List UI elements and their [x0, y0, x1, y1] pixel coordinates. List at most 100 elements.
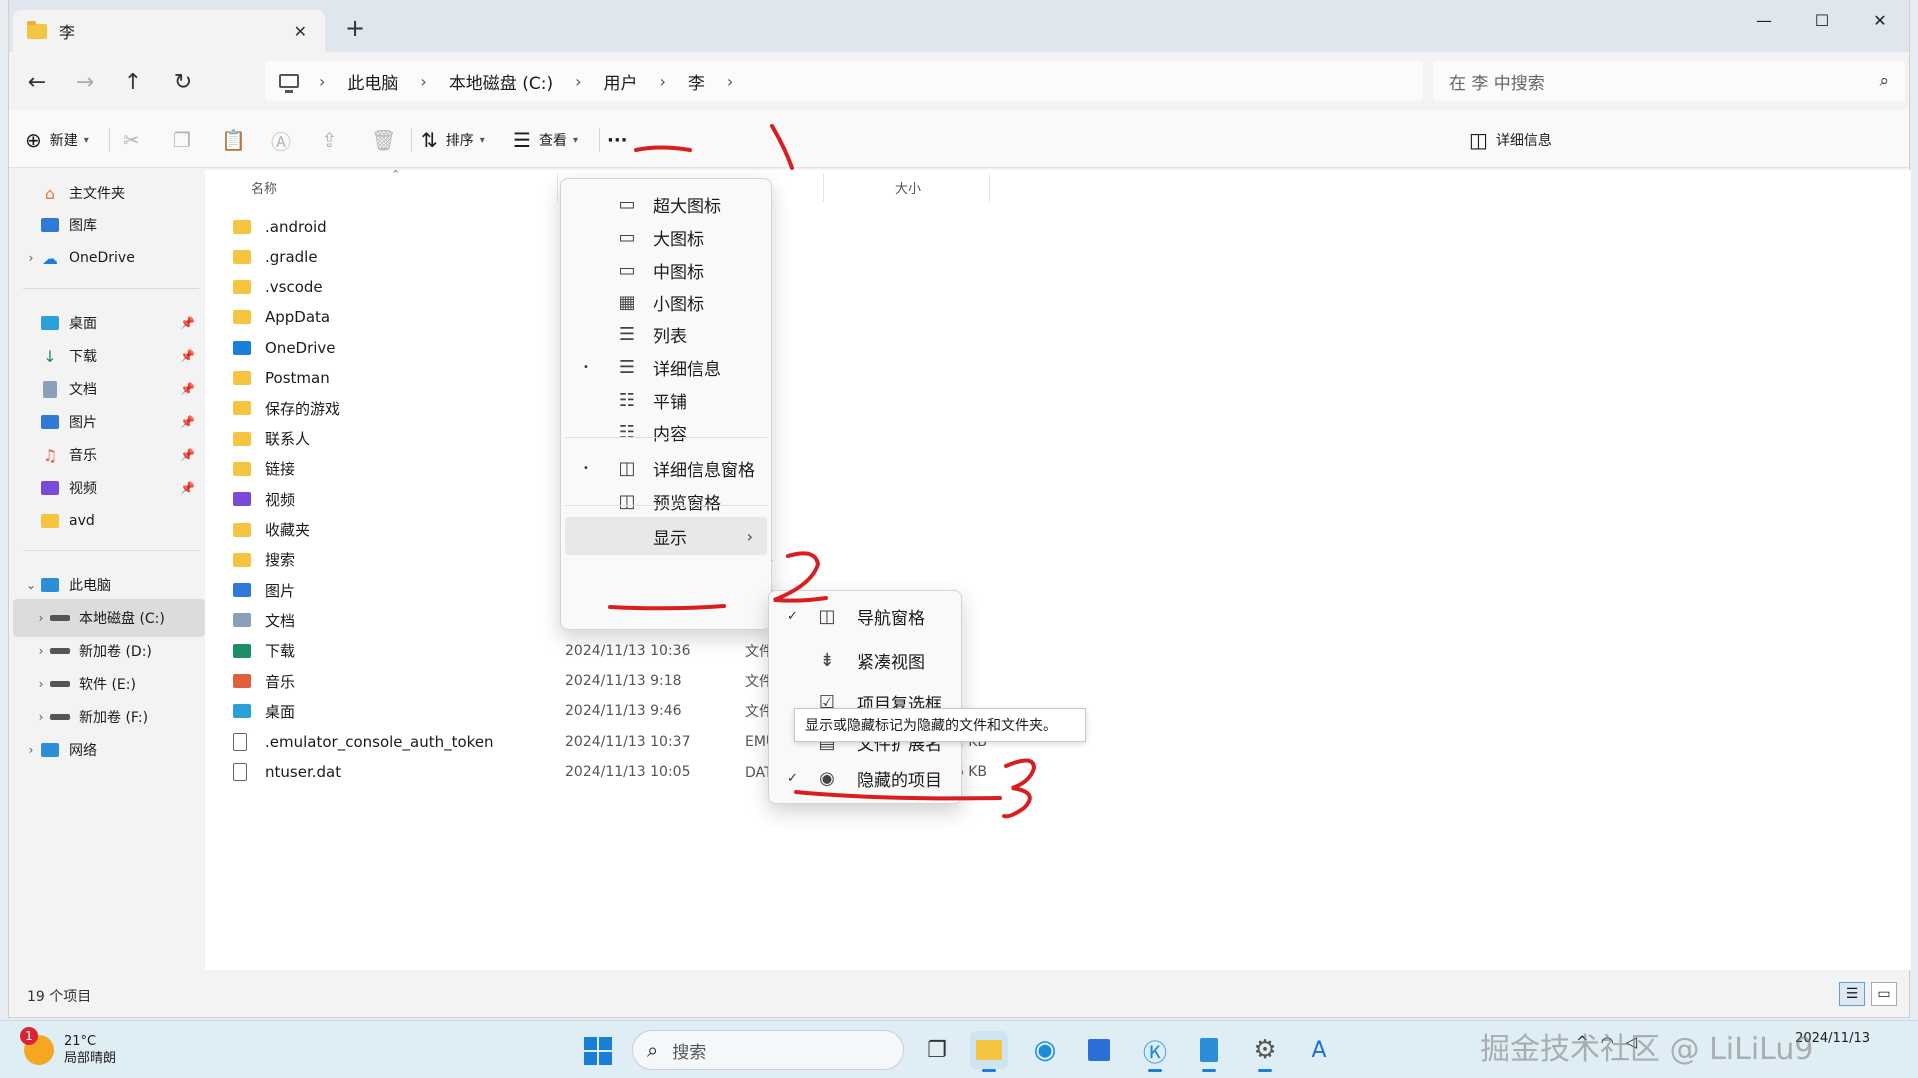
tab-current[interactable]: 李 ✕ [13, 10, 325, 52]
tiles-icon: ☷ [618, 389, 636, 411]
share-icon[interactable]: ⇪ [321, 126, 338, 154]
start-windows-icon[interactable] [584, 1037, 612, 1065]
folder-icon [27, 20, 47, 39]
forward-icon[interactable]: → [67, 66, 103, 98]
pin-icon[interactable]: 📌 [180, 349, 195, 363]
breadcrumb-separator[interactable]: › [420, 72, 426, 91]
view-toggle: ☰ ▭ [1839, 982, 1897, 1006]
chevron-down-icon[interactable]: ⌄ [23, 578, 39, 592]
cut-icon[interactable]: ✂ [123, 126, 140, 154]
search-input[interactable]: 在 李 中搜索 ⌕ [1433, 61, 1905, 101]
menu-item-preview-pane[interactable]: ◫ 预览窗格 [565, 482, 767, 520]
breadcrumb-c-drive[interactable]: 本地磁盘 (C:) [449, 69, 553, 94]
new-tab-button[interactable]: + [339, 14, 371, 42]
view-button[interactable]: ☰ 查看 ▾ [513, 126, 578, 154]
sort-button[interactable]: ⇅ 排序 ▾ [421, 126, 485, 154]
pin-icon[interactable]: 📌 [180, 448, 195, 462]
up-icon[interactable]: ↑ [115, 66, 151, 98]
chevron-right-icon[interactable]: › [33, 611, 49, 625]
address-bar[interactable]: › 此电脑 › 本地磁盘 (C:) › 用户 › 李 › [265, 61, 1423, 101]
computer-icon [279, 74, 299, 93]
file-name: .android [265, 217, 327, 236]
task-view-icon[interactable]: ❐ [918, 1031, 956, 1069]
folder-icon [233, 704, 251, 719]
menu-item-hidden-items[interactable]: ✓ ◉ 隐藏的项目 [773, 759, 957, 797]
more-options-icon[interactable]: ··· [607, 126, 628, 154]
search-icon[interactable]: ⌕ [1879, 71, 1889, 91]
sidebar-item-label: OneDrive [69, 250, 135, 266]
pin-icon[interactable]: 📌 [180, 481, 195, 495]
menu-item-compact-view[interactable]: ⇟ 紧凑视图 [773, 641, 957, 679]
maximize-button[interactable]: ☐ [1793, 0, 1851, 40]
chevron-right-icon[interactable]: › [33, 710, 49, 724]
details-pane-label: 详细信息 [1495, 133, 1552, 149]
breadcrumb-separator[interactable]: › [660, 72, 666, 91]
temperature: 21°C [64, 1034, 97, 1049]
file-date: 2024/11/13 10:37 [565, 733, 691, 750]
preview-pane-icon: ◫ [618, 490, 636, 512]
paste-icon[interactable]: 📋 [221, 126, 246, 154]
tiles-view-icon[interactable]: ▭ [1871, 982, 1897, 1006]
tab-close-icon[interactable]: ✕ [290, 22, 311, 41]
details-view-icon[interactable]: ☰ [1839, 982, 1865, 1006]
column-header-name[interactable]: 名称 [251, 170, 277, 204]
notepad-icon[interactable] [1190, 1031, 1228, 1072]
details-pane-button[interactable]: ◫ 详细信息 [1469, 126, 1552, 154]
content-icon: ☷ [618, 421, 636, 443]
column-separator[interactable] [823, 174, 824, 202]
pin-icon[interactable]: 📌 [180, 382, 195, 396]
store-icon[interactable] [1080, 1031, 1118, 1069]
video-icon [39, 479, 61, 497]
sidebar-item-network[interactable]: › 网络 [9, 731, 205, 769]
column-separator[interactable] [557, 174, 558, 202]
view-lines-icon: ☰ [513, 128, 531, 152]
breadcrumb-separator[interactable]: › [319, 72, 325, 91]
menu-item-show[interactable]: 显示 › [565, 517, 767, 555]
translate-icon[interactable]: A [1300, 1031, 1338, 1069]
breadcrumb-li[interactable]: 李 [688, 69, 705, 94]
table-row[interactable]: ntuser.dat2024/11/13 10:05DAT 文件1,536 KB [205, 753, 1911, 790]
breadcrumb-separator[interactable]: › [575, 72, 581, 91]
chevron-right-icon[interactable]: › [33, 644, 49, 658]
menu-item-navigation-pane[interactable]: ✓ ◫ 导航窗格 [773, 597, 957, 635]
file-explorer-icon[interactable] [970, 1031, 1008, 1072]
chevron-right-icon[interactable]: › [33, 677, 49, 691]
breadcrumb-users[interactable]: 用户 [604, 69, 638, 94]
refresh-icon[interactable]: ↻ [165, 66, 201, 98]
column-header-size[interactable]: 大小 [895, 170, 921, 204]
file-date: 2024/11/13 10:36 [565, 642, 691, 659]
file-date: 2024/11/13 9:18 [565, 673, 682, 689]
pin-icon[interactable]: 📌 [180, 415, 195, 429]
weather-widget[interactable]: 1 21°C 局部晴朗 [20, 1027, 116, 1067]
plus-circle-icon: ⊕ [25, 128, 42, 152]
settings-gear-icon[interactable]: ⚙ [1246, 1031, 1284, 1072]
folder-icon [233, 280, 251, 295]
rename-icon[interactable]: Ⓐ [271, 126, 291, 154]
menu-item-label: 中图标 [653, 262, 704, 283]
file-name: .gradle [265, 247, 318, 266]
chevron-right-icon[interactable]: › [23, 251, 39, 265]
sidebar-divider [23, 288, 199, 289]
taskbar-search[interactable]: ⌕ 搜索 [632, 1030, 904, 1070]
new-button[interactable]: ⊕ 新建 ▾ [25, 126, 89, 154]
kugou-icon[interactable]: Ⓚ [1136, 1031, 1174, 1072]
breadcrumb-separator[interactable]: › [727, 72, 733, 91]
chevron-right-icon[interactable]: › [23, 743, 39, 757]
sidebar-item-onedrive[interactable]: › ☁ OneDrive [9, 239, 205, 277]
folder-icon [233, 249, 251, 264]
selected-bullet-icon: • [583, 462, 589, 474]
home-icon: ⌂ [44, 183, 56, 203]
tab-title: 李 [59, 23, 76, 42]
close-button[interactable]: ✕ [1851, 0, 1909, 40]
copy-icon[interactable]: ❐ [173, 126, 191, 154]
sidebar-item-avd[interactable]: avd [9, 502, 205, 540]
edge-browser-icon[interactable]: ◉ [1026, 1031, 1064, 1069]
minimize-button[interactable]: — [1735, 0, 1793, 40]
breadcrumb-this-pc[interactable]: 此电脑 [347, 69, 398, 94]
back-icon[interactable]: ← [19, 66, 55, 98]
menu-item-content[interactable]: ☷ 内容 [565, 413, 767, 451]
delete-icon[interactable]: 🗑 [371, 126, 396, 154]
gallery-icon [39, 216, 61, 234]
pin-icon[interactable]: 📌 [180, 316, 195, 330]
column-separator[interactable] [989, 174, 990, 202]
